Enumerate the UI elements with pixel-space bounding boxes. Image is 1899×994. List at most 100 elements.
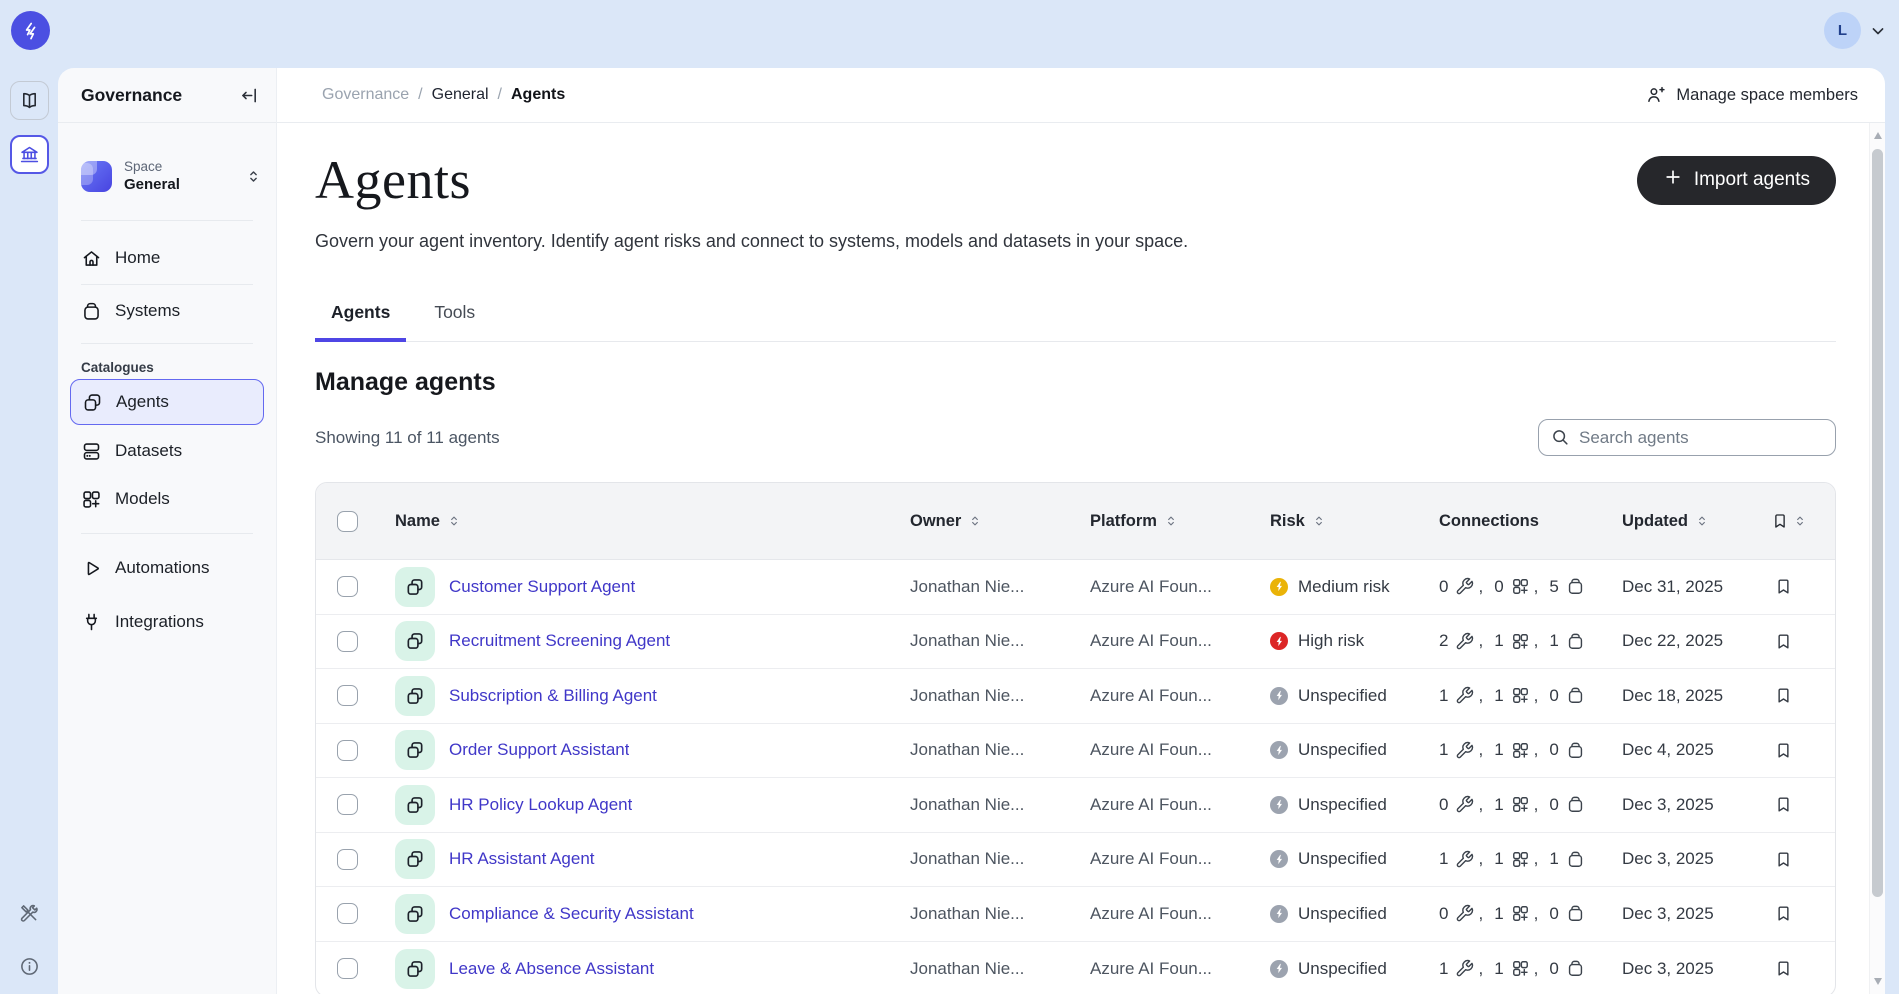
sidebar-item-models[interactable]: Models (70, 475, 264, 523)
row-checkbox[interactable] (337, 740, 358, 761)
agent-icon (395, 567, 435, 607)
sidebar-item-integrations[interactable]: Integrations (70, 598, 264, 646)
search-input[interactable] (1538, 419, 1836, 456)
platform-cell: Azure AI Foun... (1075, 686, 1255, 706)
row-menu-button[interactable] (1807, 741, 1835, 760)
space-expander-icon (245, 168, 262, 185)
connections-cell: 0, 0, 5 (1424, 577, 1607, 597)
agent-icon (395, 676, 435, 716)
sidebar-item-systems[interactable]: Systems (70, 287, 264, 335)
wrench-icon (1452, 577, 1474, 596)
vertical-scrollbar[interactable] (1869, 123, 1885, 994)
bookmark-icon[interactable] (1774, 686, 1793, 705)
row-menu-button[interactable] (1807, 632, 1835, 651)
governance-rail-button[interactable] (10, 135, 49, 174)
updated-cell: Dec 22, 2025 (1607, 631, 1759, 651)
row-menu-button[interactable] (1807, 850, 1835, 869)
info-rail-button[interactable] (19, 956, 40, 977)
import-agents-button[interactable]: Import agents (1637, 156, 1836, 205)
owner-cell: Jonathan Nie... (895, 904, 1075, 924)
row-checkbox[interactable] (337, 794, 358, 815)
bookmark-icon[interactable] (1774, 632, 1793, 651)
user-avatar[interactable]: L (1824, 12, 1861, 49)
models-icon (1508, 741, 1530, 760)
sidebar-item-home[interactable]: Home (70, 234, 264, 282)
scroll-down-arrow[interactable] (1874, 978, 1882, 985)
sort-icon[interactable] (1695, 514, 1709, 528)
row-menu-button[interactable] (1807, 686, 1835, 705)
tab-agents[interactable]: Agents (315, 302, 406, 342)
tab-tools[interactable]: Tools (418, 302, 491, 342)
app-logo[interactable] (11, 11, 50, 50)
agent-name-link[interactable]: Customer Support Agent (449, 577, 635, 597)
risk-bolt-icon (1270, 632, 1288, 650)
risk-cell: Unspecified (1255, 849, 1424, 869)
row-checkbox[interactable] (337, 576, 358, 597)
sort-icon[interactable] (1164, 514, 1178, 528)
bookmark-icon[interactable] (1774, 959, 1793, 978)
user-menu-chevron[interactable] (1868, 21, 1888, 41)
platform-cell: Azure AI Foun... (1075, 740, 1255, 760)
agent-name-link[interactable]: HR Assistant Agent (449, 849, 595, 869)
sidebar-item-agents[interactable]: Agents (70, 379, 264, 425)
table-row: Recruitment Screening Agent Jonathan Nie… (316, 615, 1835, 670)
row-checkbox[interactable] (337, 631, 358, 652)
bookmark-icon[interactable] (1774, 904, 1793, 923)
main-content: Governance / General / Agents Manage spa… (277, 68, 1885, 994)
docs-rail-button[interactable] (10, 81, 49, 120)
row-checkbox[interactable] (337, 903, 358, 924)
sidebar-collapse-button[interactable] (239, 85, 260, 106)
bookmark-column-icon (1771, 512, 1789, 530)
agent-name-link[interactable]: Leave & Absence Assistant (449, 959, 654, 979)
breadcrumb-middle[interactable]: General (432, 86, 489, 104)
wrench-icon (1452, 686, 1474, 705)
scrollbar-thumb[interactable] (1872, 149, 1883, 897)
space-avatar (81, 161, 112, 192)
updated-cell: Dec 3, 2025 (1607, 795, 1759, 815)
row-menu-button[interactable] (1807, 959, 1835, 978)
play-icon (81, 558, 102, 579)
row-menu-button[interactable] (1807, 904, 1835, 923)
agent-name-link[interactable]: Order Support Assistant (449, 740, 629, 760)
agent-icon (395, 839, 435, 879)
sort-icon[interactable] (447, 514, 461, 528)
scroll-up-arrow[interactable] (1874, 132, 1882, 139)
sidebar-item-datasets[interactable]: Datasets (70, 427, 264, 475)
platform-cell: Azure AI Foun... (1075, 959, 1255, 979)
system-icon (1563, 850, 1585, 869)
row-checkbox[interactable] (337, 685, 358, 706)
breadcrumb-root[interactable]: Governance (322, 86, 409, 104)
sort-icon[interactable] (1312, 514, 1326, 528)
sort-icon[interactable] (968, 514, 982, 528)
info-icon (19, 956, 40, 977)
plus-icon (1663, 167, 1683, 193)
agent-name-link[interactable]: Subscription & Billing Agent (449, 686, 657, 706)
owner-cell: Jonathan Nie... (895, 577, 1075, 597)
agent-name-link[interactable]: HR Policy Lookup Agent (449, 795, 632, 815)
system-icon (1563, 795, 1585, 814)
bookmark-icon[interactable] (1774, 795, 1793, 814)
row-menu-button[interactable] (1807, 795, 1835, 814)
manage-space-members-button[interactable]: Manage space members (1646, 85, 1858, 105)
tools-rail-button[interactable] (19, 903, 40, 924)
bookmark-icon[interactable] (1774, 741, 1793, 760)
connections-cell: 0, 1, 0 (1424, 795, 1607, 815)
row-checkbox[interactable] (337, 958, 358, 979)
system-icon (81, 301, 102, 322)
row-menu-button[interactable] (1807, 577, 1835, 596)
row-checkbox[interactable] (337, 849, 358, 870)
sort-icon[interactable] (1793, 514, 1807, 528)
bookmark-icon[interactable] (1774, 850, 1793, 869)
models-icon (1508, 577, 1530, 596)
agent-name-link[interactable]: Recruitment Screening Agent (449, 631, 670, 651)
bookmark-icon[interactable] (1774, 577, 1793, 596)
datasets-icon (81, 441, 102, 462)
updated-cell: Dec 18, 2025 (1607, 686, 1759, 706)
agent-name-link[interactable]: Compliance & Security Assistant (449, 904, 694, 924)
space-label: Space (124, 159, 180, 176)
space-selector[interactable]: Space General (58, 123, 276, 220)
sidebar-item-automations[interactable]: Automations (70, 544, 264, 592)
system-icon (1563, 686, 1585, 705)
select-all-checkbox[interactable] (337, 511, 358, 532)
table-row: Compliance & Security Assistant Jonathan… (316, 887, 1835, 942)
